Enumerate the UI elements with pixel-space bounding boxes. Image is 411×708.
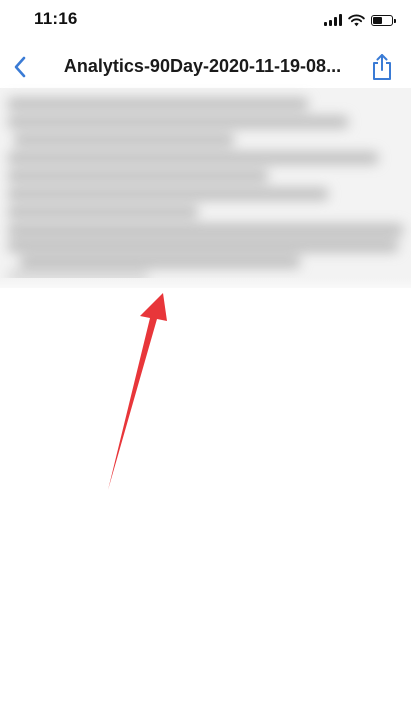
document-title: Analytics-90Day-2020-11-19-08... (63, 56, 342, 76)
back-button[interactable] (6, 52, 34, 82)
document-content-blurred[interactable] (0, 88, 411, 298)
status-time: 11:16 (34, 9, 78, 28)
chevron-left-icon (14, 56, 26, 78)
battery-tip (394, 18, 396, 23)
wifi-icon (348, 14, 365, 26)
status-icons (324, 12, 396, 28)
cellular-signal-icon (324, 14, 342, 26)
blurred-text-block (0, 88, 411, 288)
battery-icon (371, 14, 396, 26)
document-blank-area (0, 288, 411, 708)
screen: 11:16 Analytics-90Day-2020-11-19-08... (0, 0, 411, 708)
status-bar: 11:16 (0, 0, 411, 40)
battery-fill (373, 16, 382, 24)
share-button[interactable] (367, 51, 397, 83)
share-icon (373, 54, 391, 80)
nav-bar: Analytics-90Day-2020-11-19-08... (0, 48, 411, 88)
